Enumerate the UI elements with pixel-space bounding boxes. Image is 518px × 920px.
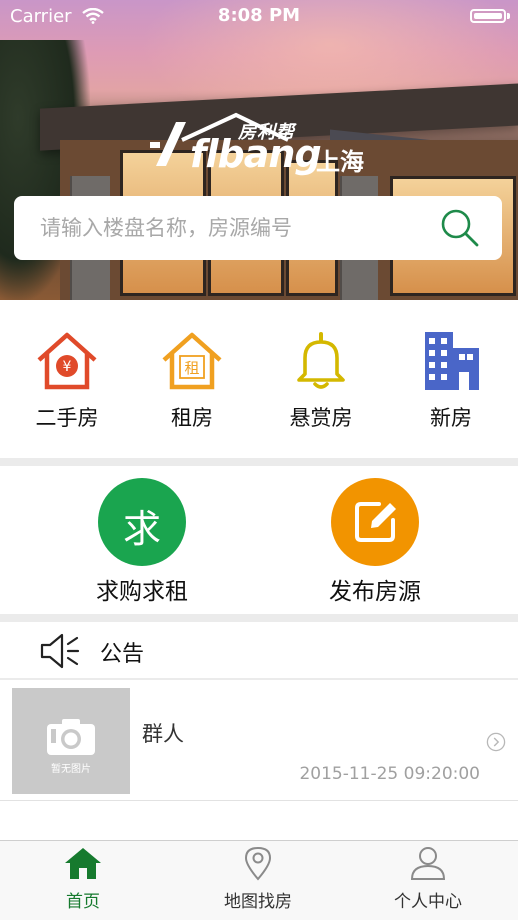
- category-new[interactable]: 新房: [396, 330, 506, 432]
- status-bar: Carrier 8:08 PM: [0, 0, 518, 34]
- brand-city: 上海: [316, 148, 364, 176]
- search-input[interactable]: [40, 206, 420, 250]
- svg-text:租: 租: [184, 359, 199, 377]
- speaker-icon: [40, 633, 80, 669]
- tab-home[interactable]: 首页: [13, 845, 153, 912]
- want-to-buy-label: 求购求租: [96, 579, 188, 605]
- clock: 8:08 PM: [217, 5, 301, 26]
- category-label: 租房: [171, 406, 213, 430]
- want-to-buy-icon: 求: [98, 478, 186, 566]
- notice-label: 公告: [100, 642, 145, 667]
- battery-icon: [470, 9, 506, 23]
- location-pin-icon: [244, 846, 272, 881]
- tab-label: 个人中心: [394, 892, 462, 912]
- category-label: 新房: [430, 406, 472, 430]
- action-row: 求 求购求租 发布房源: [0, 466, 518, 614]
- person-icon: [410, 847, 446, 880]
- house-yuan-icon: ¥: [37, 332, 97, 390]
- category-second-hand[interactable]: ¥ 二手房: [12, 330, 122, 432]
- tab-bar: 首页 地图找房 个人中心: [0, 840, 518, 920]
- tab-map[interactable]: 地图找房: [188, 845, 328, 912]
- listing-title: 群人: [142, 722, 184, 746]
- notice-bar[interactable]: 公告: [0, 622, 518, 678]
- tab-label: 首页: [66, 892, 100, 912]
- thumbnail-placeholder: 暂无图片: [12, 688, 130, 794]
- svg-text:¥: ¥: [63, 359, 72, 375]
- edit-icon: [331, 478, 419, 566]
- category-label: 悬赏房: [289, 406, 353, 430]
- want-to-buy-button[interactable]: 求 求购求租: [52, 478, 232, 606]
- listing-time: 2015-11-25 09:20:00: [299, 764, 480, 784]
- search-icon[interactable]: [438, 206, 482, 250]
- home-icon: [65, 848, 101, 879]
- tab-label: 地图找房: [224, 892, 292, 912]
- brand-name-en: flbang: [190, 132, 322, 176]
- building-icon: [425, 332, 479, 390]
- category-rent[interactable]: 租 租房: [137, 330, 247, 432]
- tab-profile[interactable]: 个人中心: [358, 845, 498, 912]
- chevron-right-icon[interactable]: [486, 732, 506, 752]
- bell-icon: [297, 332, 345, 389]
- list-item[interactable]: 暂无图片 群人 2015-11-25 09:20:00: [0, 680, 518, 801]
- search-bar[interactable]: [14, 196, 502, 260]
- want-to-buy-icon-text: 求: [122, 507, 161, 551]
- thumbnail-text: 暂无图片: [51, 764, 91, 775]
- category-row: ¥ 二手房 租 租房 悬赏房 新房: [0, 300, 518, 458]
- house-rent-icon: 租: [162, 332, 222, 390]
- category-reward[interactable]: 悬赏房: [266, 330, 376, 432]
- camera-icon: [47, 719, 95, 755]
- divider: [0, 458, 518, 466]
- publish-listing-button[interactable]: 发布房源: [285, 478, 465, 606]
- brand-logo: 房利帮 flbang 上海: [150, 112, 380, 182]
- divider: [0, 614, 518, 622]
- category-label: 二手房: [35, 406, 99, 430]
- publish-listing-label: 发布房源: [329, 579, 421, 605]
- battery-tip: [507, 13, 510, 19]
